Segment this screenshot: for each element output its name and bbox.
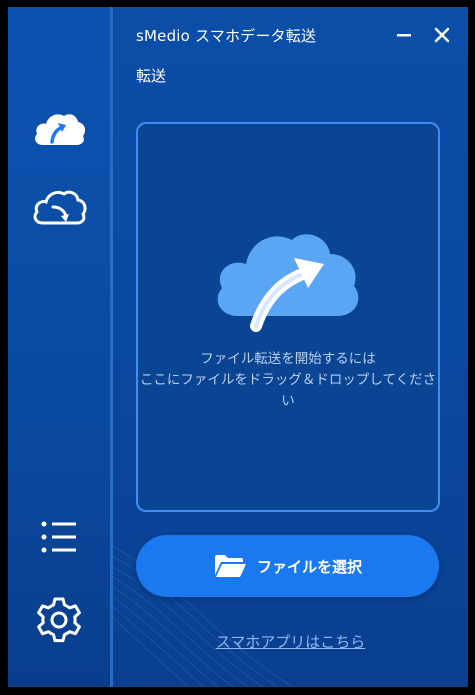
sidebar-item-download[interactable] (26, 181, 92, 237)
sidebar-item-settings[interactable] (26, 592, 92, 648)
folder-icon (213, 553, 247, 579)
sidebar (8, 7, 113, 687)
file-drop-zone[interactable]: ファイル転送を開始するには ここにファイルをドラッグ＆ドロップしてください (136, 122, 440, 512)
drop-instruction-line1: ファイル転送を開始するには (200, 351, 376, 367)
smartphone-app-link[interactable]: スマホアプリはこちら (113, 631, 468, 652)
cloud-upload-icon (35, 114, 86, 145)
drop-instruction-line2: ここにファイルをドラッグ＆ドロップしてください (139, 372, 437, 409)
close-button[interactable] (430, 23, 454, 47)
gear-icon (37, 597, 81, 643)
list-icon (41, 521, 76, 553)
section-title: 転送 (136, 67, 167, 85)
cloud-download-icon (33, 190, 87, 225)
sidebar-item-list[interactable] (26, 509, 92, 565)
minimize-icon (397, 34, 411, 37)
select-file-button[interactable]: ファイルを選択 (136, 535, 439, 597)
window-title: sMedio スマホデータ転送 (136, 27, 317, 45)
sidebar-item-upload[interactable] (26, 101, 92, 157)
close-icon (434, 27, 450, 43)
select-file-label: ファイルを選択 (256, 557, 362, 576)
minimize-button[interactable] (392, 23, 416, 47)
main-panel: sMedio スマホデータ転送 転送 ファイル転送を開始するには ここにファイル… (113, 7, 468, 687)
app-window: sMedio スマホデータ転送 転送 ファイル転送を開始するには ここにファイル… (8, 7, 468, 687)
cloud-upload-large-icon (217, 234, 359, 332)
